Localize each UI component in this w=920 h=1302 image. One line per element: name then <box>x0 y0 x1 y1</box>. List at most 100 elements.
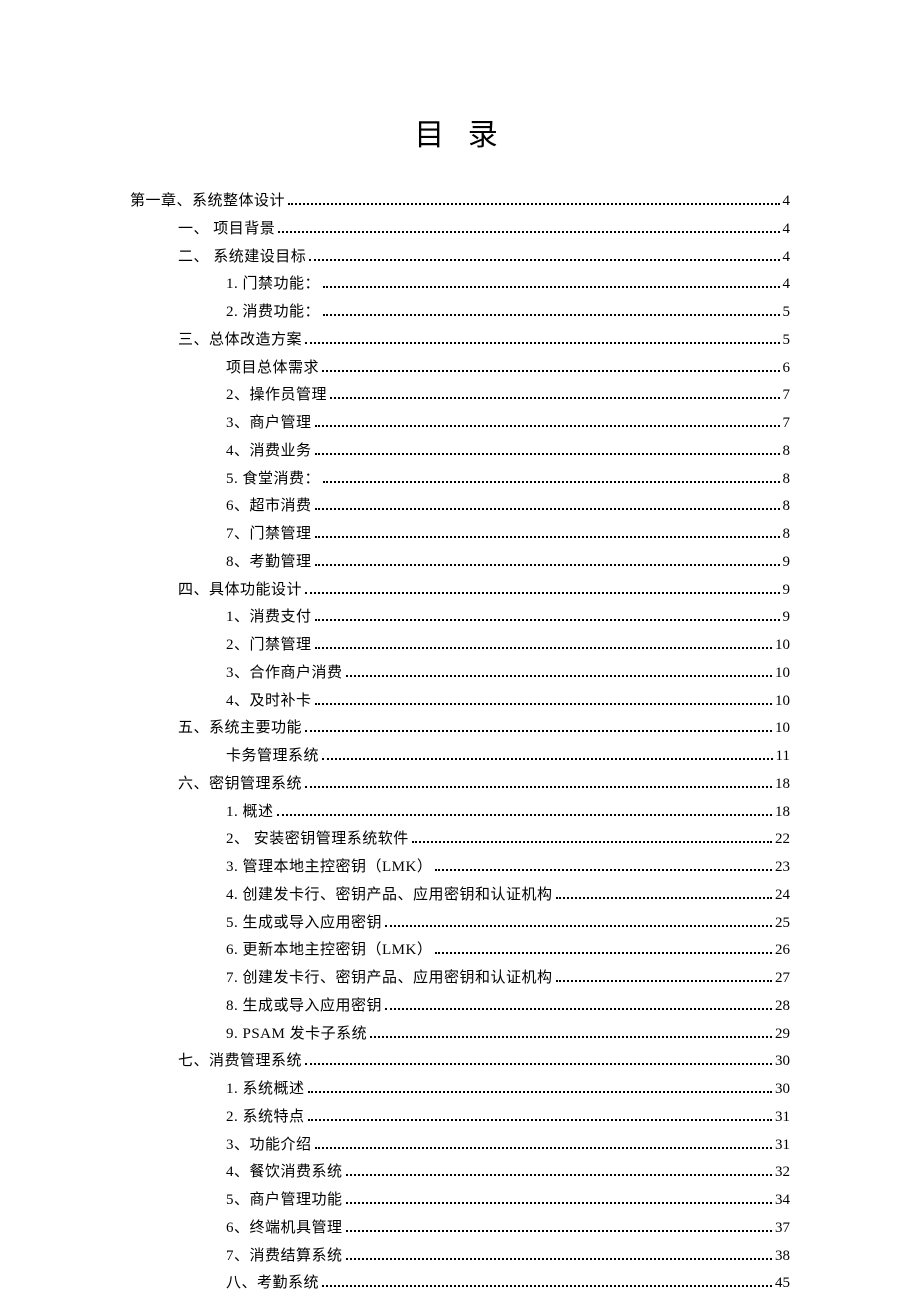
toc-entry: 3. 管理本地主控密钥（LMK）23 <box>226 854 790 882</box>
toc-leader-dots <box>315 554 780 566</box>
toc-entry-page: 32 <box>775 1159 790 1187</box>
toc-entry-label: 六、密钥管理系统 <box>178 771 302 799</box>
toc-entry-page: 5 <box>783 327 791 355</box>
toc-leader-dots <box>435 859 772 871</box>
toc-leader-dots <box>322 1275 772 1287</box>
toc-entry: 4、餐饮消费系统32 <box>226 1159 790 1187</box>
toc-entry: 6. 更新本地主控密钥（LMK） 26 <box>226 937 790 965</box>
toc-entry-page: 30 <box>775 1076 790 1104</box>
toc-entry-page: 18 <box>775 799 790 827</box>
toc-entry: 4、及时补卡 10 <box>226 688 790 716</box>
toc-entry: 7、门禁管理8 <box>226 521 790 549</box>
toc-entry-page: 10 <box>775 688 790 716</box>
toc-entry-label: 一、 项目背景 <box>178 216 275 244</box>
toc-entry-label: 三、总体改造方案 <box>178 327 302 355</box>
toc-entry-page: 18 <box>775 771 790 799</box>
toc-entry-label: 八、考勤系统 <box>226 1270 319 1298</box>
toc-entry-page: 29 <box>775 1021 790 1049</box>
toc-entry-label: 2. 消费功能： <box>226 299 320 327</box>
toc-entry-label: 五、系统主要功能 <box>178 715 302 743</box>
toc-entry-label: 2、 安装密钥管理系统软件 <box>226 826 409 854</box>
toc-leader-dots <box>305 776 772 788</box>
toc-entry-page: 34 <box>775 1187 790 1215</box>
toc-entry-page: 10 <box>775 632 790 660</box>
toc-entry: 项目总体需求 6 <box>226 355 790 383</box>
toc-entry: 7、消费结算系统 38 <box>226 1243 790 1271</box>
toc-leader-dots <box>315 637 772 649</box>
toc-entry-label: 项目总体需求 <box>226 355 319 383</box>
toc-entry: 二、 系统建设目标 4 <box>178 244 790 272</box>
toc-entry: 1、消费支付9 <box>226 604 790 632</box>
toc-entry-page: 8 <box>783 521 791 549</box>
toc-leader-dots <box>305 582 779 594</box>
toc-leader-dots <box>385 915 772 927</box>
toc-entry-page: 30 <box>775 1048 790 1076</box>
toc-entry-label: 3、功能介绍 <box>226 1132 312 1160</box>
toc-entry-label: 1. 系统概述 <box>226 1076 305 1104</box>
toc-title: 目 录 <box>130 110 790 154</box>
toc-leader-dots <box>323 471 779 483</box>
toc-entry-page: 9 <box>783 549 791 577</box>
toc-entry: 4. 创建发卡行、密钥产品、应用密钥和认证机构24 <box>226 882 790 910</box>
toc-entry-page: 8 <box>783 493 791 521</box>
toc-leader-dots <box>315 443 780 455</box>
toc-entry-page: 23 <box>775 854 790 882</box>
toc-entry-page: 6 <box>783 355 791 383</box>
toc-leader-dots <box>322 748 773 760</box>
toc-entry: 5. 生成或导入应用密钥25 <box>226 910 790 938</box>
toc-entry-page: 8 <box>783 466 791 494</box>
toc-entry-page: 4 <box>783 244 791 272</box>
toc-leader-dots <box>278 221 779 233</box>
toc-entry-page: 5 <box>783 299 791 327</box>
toc-entry-label: 4、消费业务 <box>226 438 312 466</box>
toc-entry-label: 6、终端机具管理 <box>226 1215 343 1243</box>
toc-entry-label: 4、及时补卡 <box>226 688 312 716</box>
toc-leader-dots <box>315 1137 772 1149</box>
toc-entry-label: 6. 更新本地主控密钥（LMK） <box>226 937 432 965</box>
toc-entry-label: 5. 生成或导入应用密钥 <box>226 910 382 938</box>
toc-entry-page: 9 <box>783 577 791 605</box>
toc-entry-label: 9. PSAM 发卡子系统 <box>226 1021 367 1049</box>
toc-entry: 五、系统主要功能 10 <box>178 715 790 743</box>
toc-entry-label: 6、超市消费 <box>226 493 312 521</box>
toc-entry-page: 11 <box>776 743 790 771</box>
toc-entry: 1. 系统概述 30 <box>226 1076 790 1104</box>
toc-entry-page: 4 <box>783 188 791 216</box>
toc-entry-label: 7. 创建发卡行、密钥产品、应用密钥和认证机构 <box>226 965 553 993</box>
toc-entry-page: 4 <box>783 271 791 299</box>
toc-leader-dots <box>277 804 772 816</box>
toc-entry: 2、操作员管理7 <box>226 382 790 410</box>
toc-entry-label: 7、消费结算系统 <box>226 1243 343 1271</box>
toc-entry: 8. 生成或导入应用密钥28 <box>226 993 790 1021</box>
toc-entry-page: 31 <box>775 1132 790 1160</box>
toc-entry: 七、消费管理系统30 <box>178 1048 790 1076</box>
toc-entry: 卡务管理系统11 <box>226 743 790 771</box>
toc-leader-dots <box>305 332 779 344</box>
toc-entry-label: 第一章、系统整体设计 <box>130 188 285 216</box>
toc-entry-label: 4. 创建发卡行、密钥产品、应用密钥和认证机构 <box>226 882 553 910</box>
toc-leader-dots <box>346 1164 772 1176</box>
toc-leader-dots <box>346 1248 772 1260</box>
toc-leader-dots <box>346 1220 772 1232</box>
toc-entry: 六、密钥管理系统 18 <box>178 771 790 799</box>
toc-entry: 9. PSAM 发卡子系统 29 <box>226 1021 790 1049</box>
toc-entry: 3、功能介绍 31 <box>226 1132 790 1160</box>
toc-entry-label: 3、商户管理 <box>226 410 312 438</box>
toc-entry: 5. 食堂消费：8 <box>226 466 790 494</box>
toc-leader-dots <box>385 998 772 1010</box>
toc-entry-page: 10 <box>775 715 790 743</box>
toc-entry-page: 7 <box>783 382 791 410</box>
toc-entry: 7. 创建发卡行、密钥产品、应用密钥和认证机构27 <box>226 965 790 993</box>
toc-entry-label: 1. 门禁功能： <box>226 271 320 299</box>
toc-leader-dots <box>315 415 780 427</box>
toc-entry-label: 1、消费支付 <box>226 604 312 632</box>
toc-entry-page: 26 <box>775 937 790 965</box>
toc-entry-page: 37 <box>775 1215 790 1243</box>
toc-leader-dots <box>370 1026 772 1038</box>
toc-leader-dots <box>412 831 772 843</box>
toc-leader-dots <box>323 304 779 316</box>
toc-entry-label: 二、 系统建设目标 <box>178 244 306 272</box>
toc-entry-label: 3、合作商户消费 <box>226 660 343 688</box>
toc-entry-page: 38 <box>775 1243 790 1271</box>
toc-entry: 三、总体改造方案 5 <box>178 327 790 355</box>
